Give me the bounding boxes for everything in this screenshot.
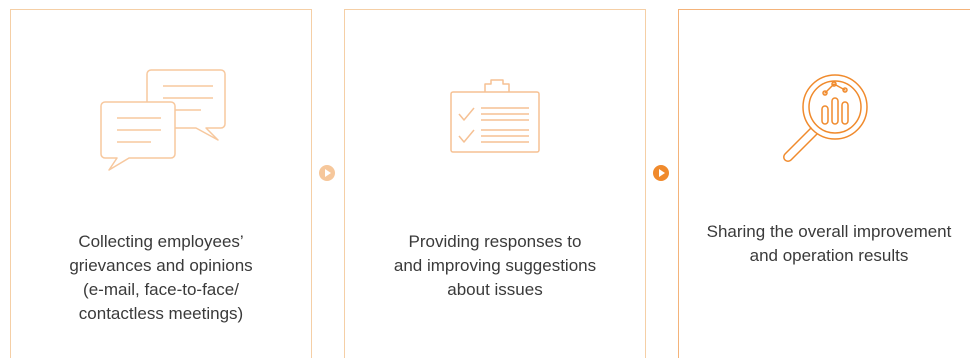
next-step-arrow-icon <box>653 165 669 181</box>
next-step-arrow-icon <box>319 165 335 181</box>
magnifier-chart-icon <box>783 74 868 162</box>
chat-bubbles-icon <box>100 69 226 171</box>
step-label: Collecting employees’ grievances and opi… <box>69 232 253 323</box>
step-card-sharing: Sharing the overall improvement and oper… <box>678 9 970 358</box>
step-card-providing: Providing responses to and improving sug… <box>344 9 646 358</box>
step-label: Providing responses to and improving sug… <box>393 232 597 299</box>
clipboard-checklist-icon <box>450 79 540 153</box>
step-label: Sharing the overall improvement and oper… <box>706 222 952 265</box>
step-card-collecting: Collecting employees’ grievances and opi… <box>10 9 312 358</box>
